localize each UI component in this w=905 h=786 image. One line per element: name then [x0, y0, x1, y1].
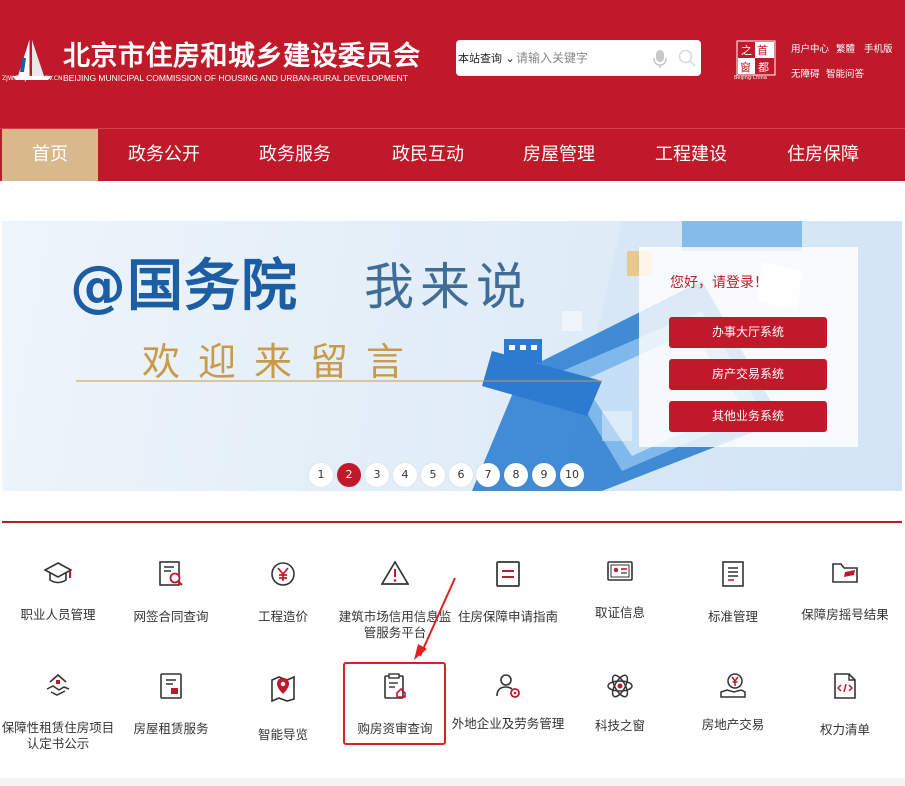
banner-title-b: 我来说 [364, 258, 532, 316]
search-input[interactable] [516, 49, 646, 67]
service-label: 标准管理 [707, 609, 758, 624]
carousel-page-1[interactable]: 1 [309, 463, 333, 487]
nav-home[interactable]: 首页 [2, 129, 98, 181]
property-trading-button[interactable]: 房产交易系统 [669, 359, 827, 390]
logo-url: ZJW.BEIJING.GOV.CN [2, 75, 63, 82]
microphone-icon[interactable] [652, 49, 668, 69]
guide-book-icon [451, 560, 565, 588]
nav-housing-management[interactable]: 房屋管理 [509, 129, 609, 181]
other-business-button[interactable]: 其他业务系统 [669, 401, 827, 432]
svg-text:都: 都 [758, 61, 769, 74]
graduation-cap-icon [1, 560, 115, 588]
service-professional-management[interactable]: 职业人员管理 [1, 560, 115, 640]
service-certificate-info[interactable]: 取证信息 [563, 560, 677, 640]
site-subtitle: BEIJING MUNICIPAL COMMISSION OF HOUSING … [63, 73, 408, 83]
nav-housing-security[interactable]: 住房保障 [773, 129, 873, 181]
search-scope-select[interactable]: 本站查询 ⌄ [458, 50, 515, 66]
service-engineering-cost[interactable]: 工程造价 [226, 560, 340, 640]
service-label: 科技之窗 [594, 718, 645, 733]
carousel-page-7[interactable]: 7 [476, 463, 500, 487]
banner-subtitle: 欢迎来留言 [142, 340, 423, 384]
service-label: 住房保障申请指南 [457, 609, 558, 624]
capital-window-logo-icon[interactable]: 之 首 窗 都 [736, 40, 776, 80]
carousel-page-10[interactable]: 10 [560, 463, 584, 487]
svg-text:首: 首 [757, 43, 768, 57]
main-nav: 首页 政务公开 政务服务 政民互动 房屋管理 工程建设 住房保障 [0, 128, 905, 181]
service-label: 取证信息 [594, 605, 645, 620]
service-real-estate-trading[interactable]: 房地产交易 [676, 672, 790, 756]
banner-title-a: @国务院 [70, 254, 298, 319]
money-hand-icon [676, 672, 790, 700]
house-handshake-icon [1, 672, 115, 700]
service-label: 保障性租赁住房项目认定书公示 [1, 720, 115, 751]
service-label: 外地企业及劳务管理 [451, 716, 565, 731]
service-lottery-results[interactable]: 保障房摇号结果 [788, 560, 902, 640]
service-label: 房地产交易 [701, 717, 765, 732]
carousel-page-4[interactable]: 4 [393, 463, 417, 487]
section-divider [2, 521, 902, 523]
page: ZJW.BEIJING.GOV.CN 北京市住房和城乡建设委员会 BEIJING… [0, 0, 905, 786]
service-label: 职业人员管理 [20, 607, 96, 622]
service-smart-guide[interactable]: 智能导览 [226, 672, 340, 756]
smart-qa-link[interactable]: 智能问答 [826, 66, 864, 80]
service-hall-button[interactable]: 办事大厅系统 [669, 317, 827, 348]
service-standards[interactable]: 标准管理 [676, 560, 790, 640]
highlight-box [343, 662, 446, 745]
yuan-coin-icon [226, 560, 340, 588]
service-nonlocal-enterprise[interactable]: 外地企业及劳务管理 [451, 672, 565, 756]
nav-engineering[interactable]: 工程建设 [641, 129, 741, 181]
service-technology-window[interactable]: 科技之窗 [563, 672, 677, 756]
map-pin-icon [226, 672, 340, 702]
service-label: 保障房摇号结果 [801, 607, 889, 622]
capital-caption: Beijing·China [734, 75, 767, 81]
service-contract-query[interactable]: 网签合同查询 [114, 560, 228, 640]
carousel-page-8[interactable]: 8 [504, 463, 528, 487]
service-house-rental[interactable]: 房屋租赁服务 [114, 672, 228, 756]
code-file-icon [788, 672, 902, 700]
service-label: 网签合同查询 [133, 609, 209, 624]
document-search-icon [114, 560, 228, 588]
id-card-icon [563, 560, 677, 588]
nav-government-services[interactable]: 政务服务 [245, 129, 345, 181]
chevron-down-icon: ⌄ [505, 52, 515, 65]
service-power-list[interactable]: 权力清单 [788, 672, 902, 756]
carousel-page-3[interactable]: 3 [365, 463, 389, 487]
login-greeting[interactable]: 您好，请登录！ [670, 272, 768, 292]
service-label: 权力清单 [819, 722, 870, 737]
carousel-page-2[interactable]: 2 [337, 463, 361, 487]
search-icon[interactable] [678, 49, 696, 67]
folder-icon [788, 560, 902, 588]
carousel-page-5[interactable]: 5 [421, 463, 445, 487]
annotation-arrow-icon [414, 577, 456, 660]
service-label: 工程造价 [257, 609, 308, 624]
accessibility-link[interactable]: 无障碍 [791, 66, 820, 80]
nav-government-affairs[interactable]: 政务公开 [114, 129, 214, 181]
mobile-version-link[interactable]: 手机版 [864, 41, 893, 55]
service-label: 房屋租赁服务 [133, 721, 209, 736]
carousel-page-6[interactable]: 6 [449, 463, 473, 487]
site-title[interactable]: 北京市住房和城乡建设委员会 [63, 34, 421, 73]
list-document-icon [676, 560, 790, 588]
rental-document-icon [114, 672, 228, 700]
service-housing-guide[interactable]: 住房保障申请指南 [451, 560, 565, 640]
svg-text:之: 之 [741, 43, 752, 57]
service-label: 智能导览 [257, 727, 308, 742]
carousel-page-9[interactable]: 9 [532, 463, 556, 487]
user-center-link[interactable]: 用户中心 [791, 41, 829, 55]
traditional-chinese-link[interactable]: 繁體 [836, 41, 855, 55]
nav-interaction[interactable]: 政民互动 [378, 129, 478, 181]
site-header: ZJW.BEIJING.GOV.CN 北京市住房和城乡建设委员会 BEIJING… [0, 0, 905, 128]
footer-bar [0, 778, 905, 786]
atom-icon [563, 672, 677, 700]
svg-text:窗: 窗 [740, 60, 751, 74]
user-gear-icon [451, 672, 565, 700]
service-rental-project-notice[interactable]: 保障性租赁住房项目认定书公示 [1, 672, 115, 756]
